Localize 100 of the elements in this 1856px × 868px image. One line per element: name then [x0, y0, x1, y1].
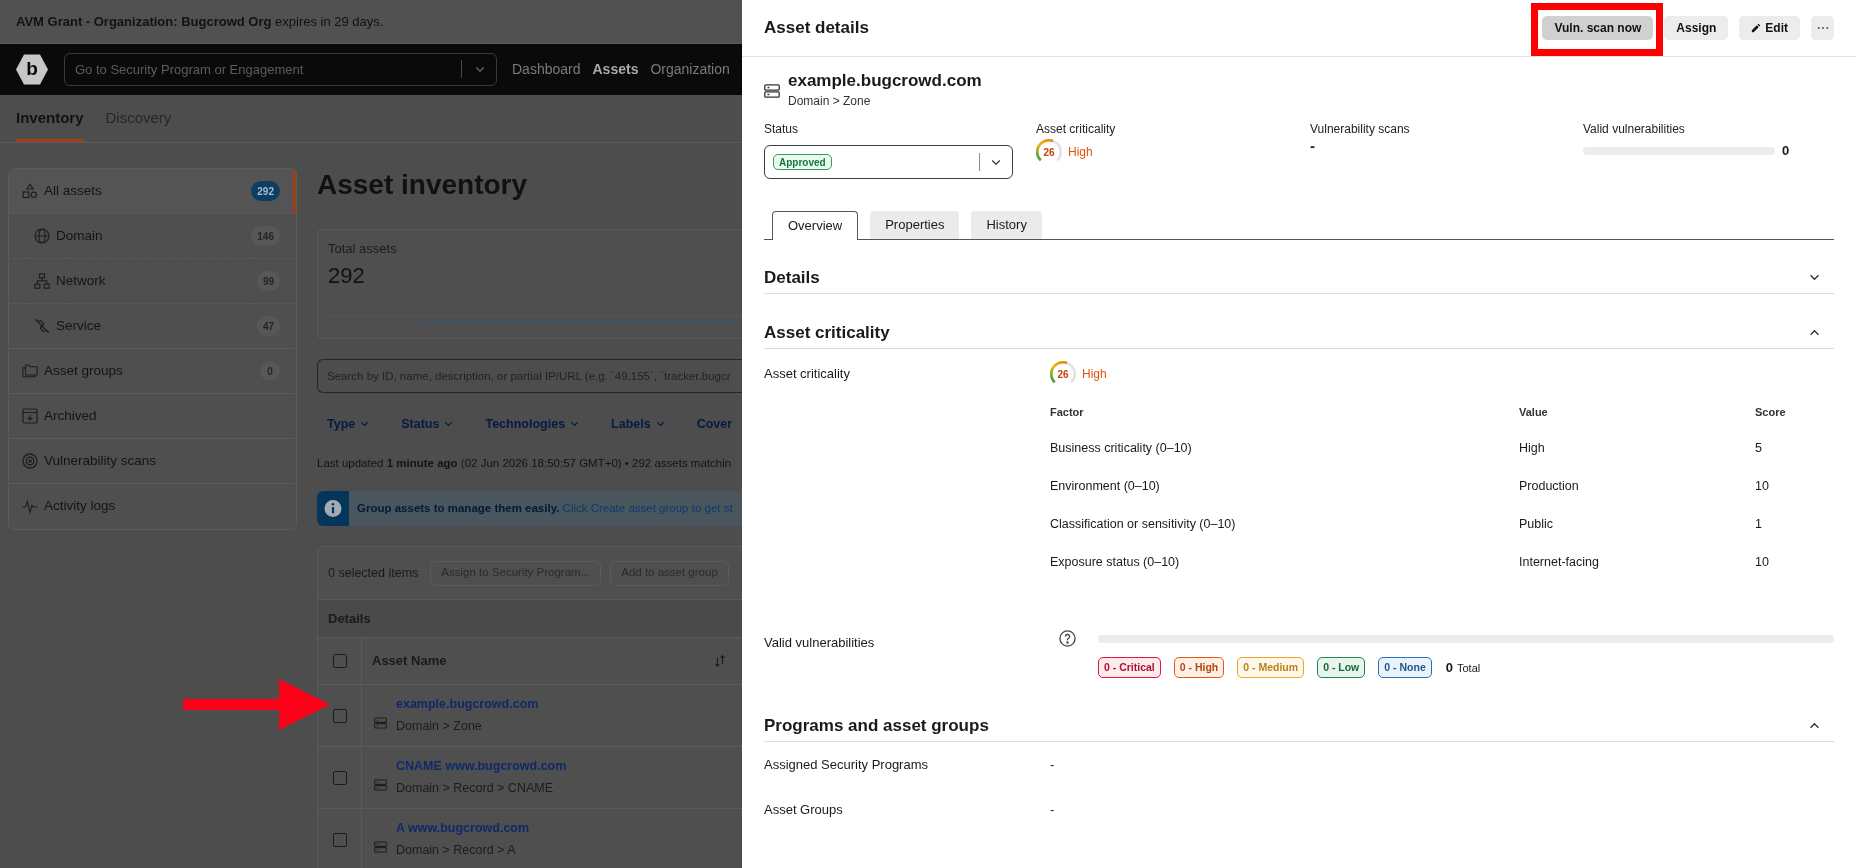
info-banner-text: Group assets to manage them easily. Click Create asset group to get st	[356, 500, 733, 516]
panel-tab[interactable]: Overview	[772, 211, 859, 240]
target-icon	[22, 453, 38, 469]
edit-button[interactable]: Edit	[1739, 16, 1800, 40]
server-icon	[764, 84, 780, 98]
pencil-icon	[1751, 23, 1762, 33]
table-cell-text: Classification or sensitivity (0–10)	[1050, 515, 1236, 533]
sidebar-item[interactable]: Vulnerability scans	[9, 439, 296, 484]
table-cell-text: High	[1519, 439, 1545, 457]
table-cell-text: Exposure status (0–10)	[1050, 553, 1180, 571]
row-checkbox[interactable]	[332, 708, 347, 723]
row-checkbox[interactable]	[332, 770, 347, 785]
criticality-rating: High	[1082, 366, 1107, 383]
filter-dropdown[interactable]: Labels	[611, 414, 665, 434]
select-all-checkbox[interactable]	[332, 654, 347, 668]
chevron-down-icon	[444, 421, 454, 427]
program-search-field[interactable]: Go to Security Program or Engagement	[64, 53, 497, 86]
asset-name: example.bugcrowd.com	[788, 70, 982, 92]
folders-icon	[22, 363, 38, 379]
row-value: -	[1050, 755, 1055, 774]
more-icon	[1816, 26, 1829, 30]
row-label: Valid vulnerabilities	[764, 635, 875, 651]
field-label: Status	[764, 121, 799, 137]
table-cell-text: 1	[1755, 515, 1762, 533]
nav-link[interactable]: Dashboard	[512, 59, 581, 80]
info-icon	[317, 491, 349, 526]
archive-icon	[22, 408, 38, 424]
plug-icon	[34, 318, 50, 334]
page-title: Asset inventory	[317, 168, 528, 202]
field-label: Valid vulnerabilities	[1583, 121, 1685, 137]
nav-link[interactable]: Assets	[592, 59, 639, 80]
chevron-down-icon	[991, 158, 1001, 166]
severity-badge: 0 - Low	[1317, 657, 1366, 678]
filter-dropdown[interactable]: Technologies	[485, 414, 580, 434]
column-header: Value	[1519, 404, 1548, 420]
nav-link[interactable]: Organization	[650, 59, 730, 80]
field-label: Vulnerability scans	[1310, 121, 1410, 137]
column-header: Factor	[1050, 404, 1084, 420]
severity-badge: 0 - None	[1378, 657, 1432, 678]
table-cell-text: Business criticality (0–10)	[1050, 439, 1192, 457]
sidebar-item[interactable]: Archived	[9, 394, 296, 439]
table-cell-text: Environment (0–10)	[1050, 477, 1160, 495]
field-value: -	[1310, 137, 1315, 155]
criticality-rating: High	[1068, 144, 1093, 161]
section-header[interactable]: Details	[764, 262, 1834, 294]
section-header[interactable]: Programs and asset groups	[764, 710, 1834, 742]
filter-dropdown[interactable]: Status	[401, 414, 454, 434]
globe-icon	[34, 228, 50, 244]
asset-path: Domain > Zone	[788, 94, 871, 108]
criticality-gauge: 26	[1050, 361, 1076, 387]
chevron-down-icon	[570, 421, 580, 427]
more-button[interactable]	[1811, 16, 1834, 40]
section-header[interactable]: Asset criticality	[764, 317, 1834, 349]
field-label: Asset criticality	[1036, 121, 1116, 137]
severity-badge: 0 - High	[1173, 657, 1225, 678]
action-button[interactable]: Assign	[1664, 16, 1729, 40]
summary-value: 292	[328, 261, 365, 290]
column-header: Score	[1755, 404, 1786, 420]
panel-tab[interactable]: Properties	[870, 211, 960, 239]
sidebar-item[interactable]: Activity logs	[9, 484, 296, 529]
filter-dropdown[interactable]: Cover	[696, 414, 733, 434]
total-count: 0	[1445, 658, 1453, 677]
count-badge: 292	[251, 181, 280, 201]
table-cell-text: Internet-facing	[1519, 553, 1599, 571]
action-button[interactable]: Vuln. scan now	[1542, 16, 1654, 40]
row-value: -	[1050, 800, 1055, 819]
chevron-down-icon[interactable]	[475, 66, 485, 73]
help-icon[interactable]	[1059, 630, 1076, 647]
chevron-up-icon	[1809, 722, 1820, 729]
banner-text: AVM Grant - Organization: Bugcrowd Org expires in 29 days.	[16, 12, 384, 31]
row-label: Asset Groups	[764, 800, 843, 819]
server-icon	[374, 716, 387, 729]
page-tab[interactable]: Inventory	[16, 95, 84, 142]
logo[interactable]: b	[16, 53, 48, 86]
chevron-down-icon	[655, 421, 665, 427]
sort-icon[interactable]	[714, 655, 726, 667]
pulse-icon	[22, 498, 38, 515]
table-cell-text: 10	[1755, 553, 1769, 571]
asset-link[interactable]: example.bugcrowd.com	[396, 697, 539, 712]
severity-badge: 0 - Medium	[1237, 657, 1305, 678]
chevron-up-icon	[1809, 329, 1820, 336]
asset-link[interactable]: A www.bugcrowd.com	[396, 821, 530, 836]
total-label: Total	[1456, 660, 1481, 676]
filter-dropdown[interactable]: Type	[327, 414, 370, 434]
asset-link[interactable]: CNAME www.bugcrowd.com	[396, 759, 567, 774]
row-checkbox[interactable]	[332, 832, 347, 847]
network-icon	[34, 273, 50, 289]
status-select[interactable]: Approved	[764, 145, 1013, 179]
row-label: Asset criticality	[764, 365, 850, 384]
shapes-icon	[22, 183, 38, 199]
field-value: 0	[1782, 142, 1790, 160]
chevron-down-icon	[1809, 274, 1820, 281]
table-cell-text: Production	[1519, 477, 1579, 495]
table-cell-text: Public	[1519, 515, 1554, 533]
chevron-down-icon	[360, 421, 370, 427]
sidebar-item[interactable]: All assets 292	[9, 169, 296, 214]
panel-title: Asset details	[764, 17, 869, 40]
table-cell-text: 10	[1755, 477, 1769, 495]
panel-tab[interactable]: History	[971, 211, 1042, 239]
status-badge: Approved	[773, 154, 832, 170]
